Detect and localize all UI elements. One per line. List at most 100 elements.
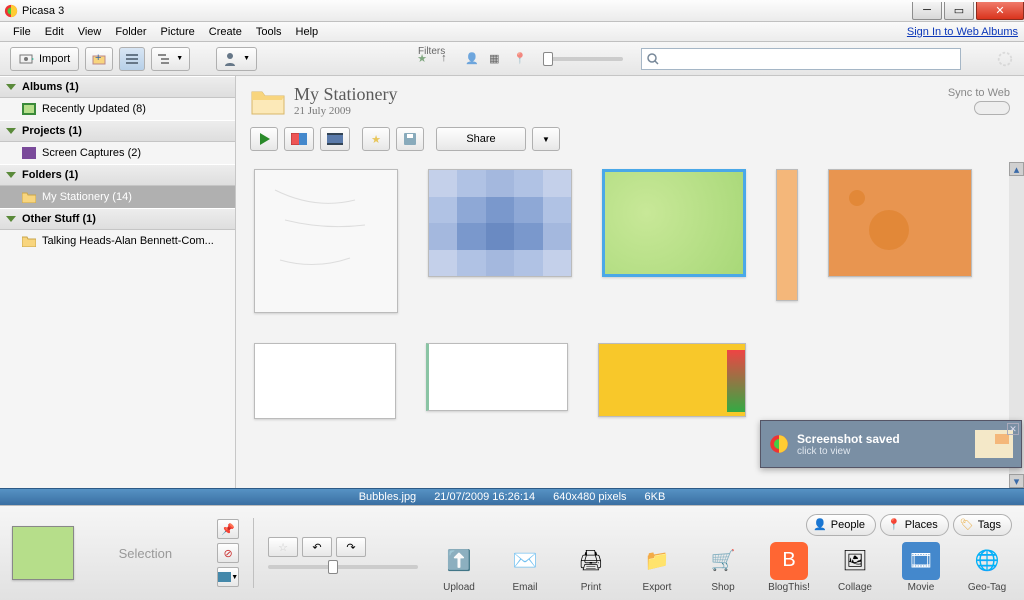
toolbar: Import + ▼ ▼ Filters ★ ↑ 👤 ▦ 📍 — [0, 42, 1024, 76]
tree-group-folders[interactable]: Folders (1) — [0, 164, 235, 186]
chevron-down-icon: ▼ — [542, 135, 550, 144]
app-icon — [4, 4, 18, 18]
menu-create[interactable]: Create — [202, 24, 249, 40]
photo-tools-button[interactable] — [284, 127, 314, 151]
email-action[interactable]: ✉️Email — [500, 542, 550, 593]
export-action[interactable]: 📁Export — [632, 542, 682, 593]
scroll-up-button[interactable]: ▴ — [1009, 162, 1024, 176]
upload-action[interactable]: ⬆️Upload — [434, 542, 484, 593]
save-button[interactable] — [396, 127, 424, 151]
slider-knob[interactable] — [543, 52, 553, 66]
search-icon — [646, 52, 660, 66]
menu-folder[interactable]: Folder — [108, 24, 153, 40]
email-icon: ✉️ — [506, 542, 544, 580]
filter-slider[interactable] — [543, 57, 623, 61]
thumbnail[interactable] — [428, 169, 572, 277]
notification-toast[interactable]: Screenshot saved click to view ✕ — [760, 420, 1022, 468]
tree-group-label: Projects (1) — [22, 125, 82, 137]
menu-edit[interactable]: Edit — [38, 24, 71, 40]
tree-item-recently-updated[interactable]: Recently Updated (8) — [0, 98, 235, 120]
thumbnail[interactable] — [828, 169, 972, 277]
tree-item-label: Talking Heads-Alan Bennett-Com... — [42, 235, 214, 247]
import-label: Import — [39, 53, 70, 65]
clear-button[interactable]: ⊘ — [217, 543, 239, 563]
zoom-slider[interactable] — [268, 565, 418, 569]
hold-button[interactable]: 📌 — [217, 519, 239, 539]
chip-label: Tags — [978, 519, 1001, 531]
people-chip[interactable]: 👤People — [806, 514, 876, 536]
menu-tools[interactable]: Tools — [249, 24, 289, 40]
play-icon — [258, 133, 270, 145]
print-action[interactable]: 🖨Print — [566, 542, 616, 593]
menu-view[interactable]: View — [71, 24, 109, 40]
rotate-right-button[interactable]: ↷ — [336, 537, 366, 557]
scroll-down-button[interactable]: ▾ — [1009, 474, 1024, 488]
view-tree-button[interactable]: ▼ — [151, 47, 190, 71]
zoom-knob[interactable] — [328, 560, 338, 574]
star-toggle-button[interactable]: ☆ — [268, 537, 298, 557]
folder-icon — [22, 191, 36, 203]
add-album-icon — [218, 572, 231, 582]
menu-file[interactable]: File — [6, 24, 38, 40]
app-icon — [769, 434, 789, 454]
face-filter-icon[interactable]: 👤 — [465, 52, 479, 66]
status-bar: Bubbles.jpg 21/07/2009 16:26:14 640x480 … — [0, 488, 1024, 505]
blog-icon: B — [770, 542, 808, 580]
view-list-button[interactable] — [119, 47, 145, 71]
tree-item-talking-heads[interactable]: Talking Heads-Alan Bennett-Com... — [0, 230, 235, 252]
thumbnail[interactable] — [254, 169, 398, 313]
toast-close-button[interactable]: ✕ — [1007, 423, 1019, 435]
tags-chip[interactable]: 🏷Tags — [953, 514, 1012, 536]
menu-picture[interactable]: Picture — [154, 24, 202, 40]
collage-icon: 🖼 — [836, 542, 874, 580]
add-button[interactable]: ▼ — [217, 567, 239, 587]
tree-item-screen-captures[interactable]: Screen Captures (2) — [0, 142, 235, 164]
import-button[interactable]: Import — [10, 47, 79, 71]
minimize-button[interactable]: ─ — [912, 2, 942, 20]
status-size: 6KB — [645, 491, 666, 503]
pin-icon: 📌 — [221, 523, 235, 536]
thumbnail[interactable] — [426, 343, 568, 411]
menu-help[interactable]: Help — [289, 24, 326, 40]
movie-button[interactable] — [320, 127, 350, 151]
expand-icon — [6, 84, 16, 90]
dropdown-caret-icon: ▼ — [243, 55, 250, 62]
sync-to-web[interactable]: Sync to Web — [948, 87, 1010, 115]
thumbnail[interactable] — [598, 343, 746, 417]
blog-action[interactable]: BBlogThis! — [764, 542, 814, 593]
thumbnail[interactable] — [776, 169, 798, 301]
thumbnail-selected[interactable] — [602, 169, 746, 277]
selection-thumbnail[interactable] — [12, 526, 74, 580]
face-detect-button[interactable]: ▼ — [216, 47, 257, 71]
photo-icon — [291, 133, 307, 145]
add-folder-button[interactable]: + — [85, 47, 113, 71]
date-filter-icon[interactable]: ▦ — [489, 52, 503, 66]
tree-group-albums[interactable]: Albums (1) — [0, 76, 235, 98]
tree-group-projects[interactable]: Projects (1) — [0, 120, 235, 142]
close-button[interactable]: ✕ — [976, 2, 1024, 20]
globe-icon: 🌐 — [968, 542, 1006, 580]
share-dropdown[interactable]: ▼ — [532, 127, 560, 151]
geotag-action[interactable]: 🌐Geo-Tag — [962, 542, 1012, 593]
sync-toggle[interactable] — [974, 101, 1010, 115]
search-input[interactable] — [641, 48, 961, 70]
rotate-left-button[interactable]: ↶ — [302, 537, 332, 557]
star-filter-icon[interactable]: ★ — [417, 52, 431, 66]
star-icon: ★ — [371, 133, 381, 146]
signin-link[interactable]: Sign In to Web Albums — [907, 26, 1018, 38]
maximize-button[interactable]: ▭ — [944, 2, 974, 20]
tree-group-other[interactable]: Other Stuff (1) — [0, 208, 235, 230]
play-slideshow-button[interactable] — [250, 127, 278, 151]
share-button[interactable]: Share — [436, 127, 526, 151]
uploaded-filter-icon[interactable]: ↑ — [441, 52, 455, 66]
thumbnail[interactable] — [254, 343, 396, 419]
places-chip[interactable]: 📍Places — [880, 514, 949, 536]
tree-item-my-stationery[interactable]: My Stationery (14) — [0, 186, 235, 208]
shop-action[interactable]: 🛒Shop — [698, 542, 748, 593]
movie-icon: 🎞 — [902, 542, 940, 580]
star-button[interactable]: ★ — [362, 127, 390, 151]
geo-filter-icon[interactable]: 📍 — [513, 52, 527, 66]
sync-label: Sync to Web — [948, 87, 1010, 99]
movie-action[interactable]: 🎞Movie — [896, 542, 946, 593]
collage-action[interactable]: 🖼Collage — [830, 542, 880, 593]
